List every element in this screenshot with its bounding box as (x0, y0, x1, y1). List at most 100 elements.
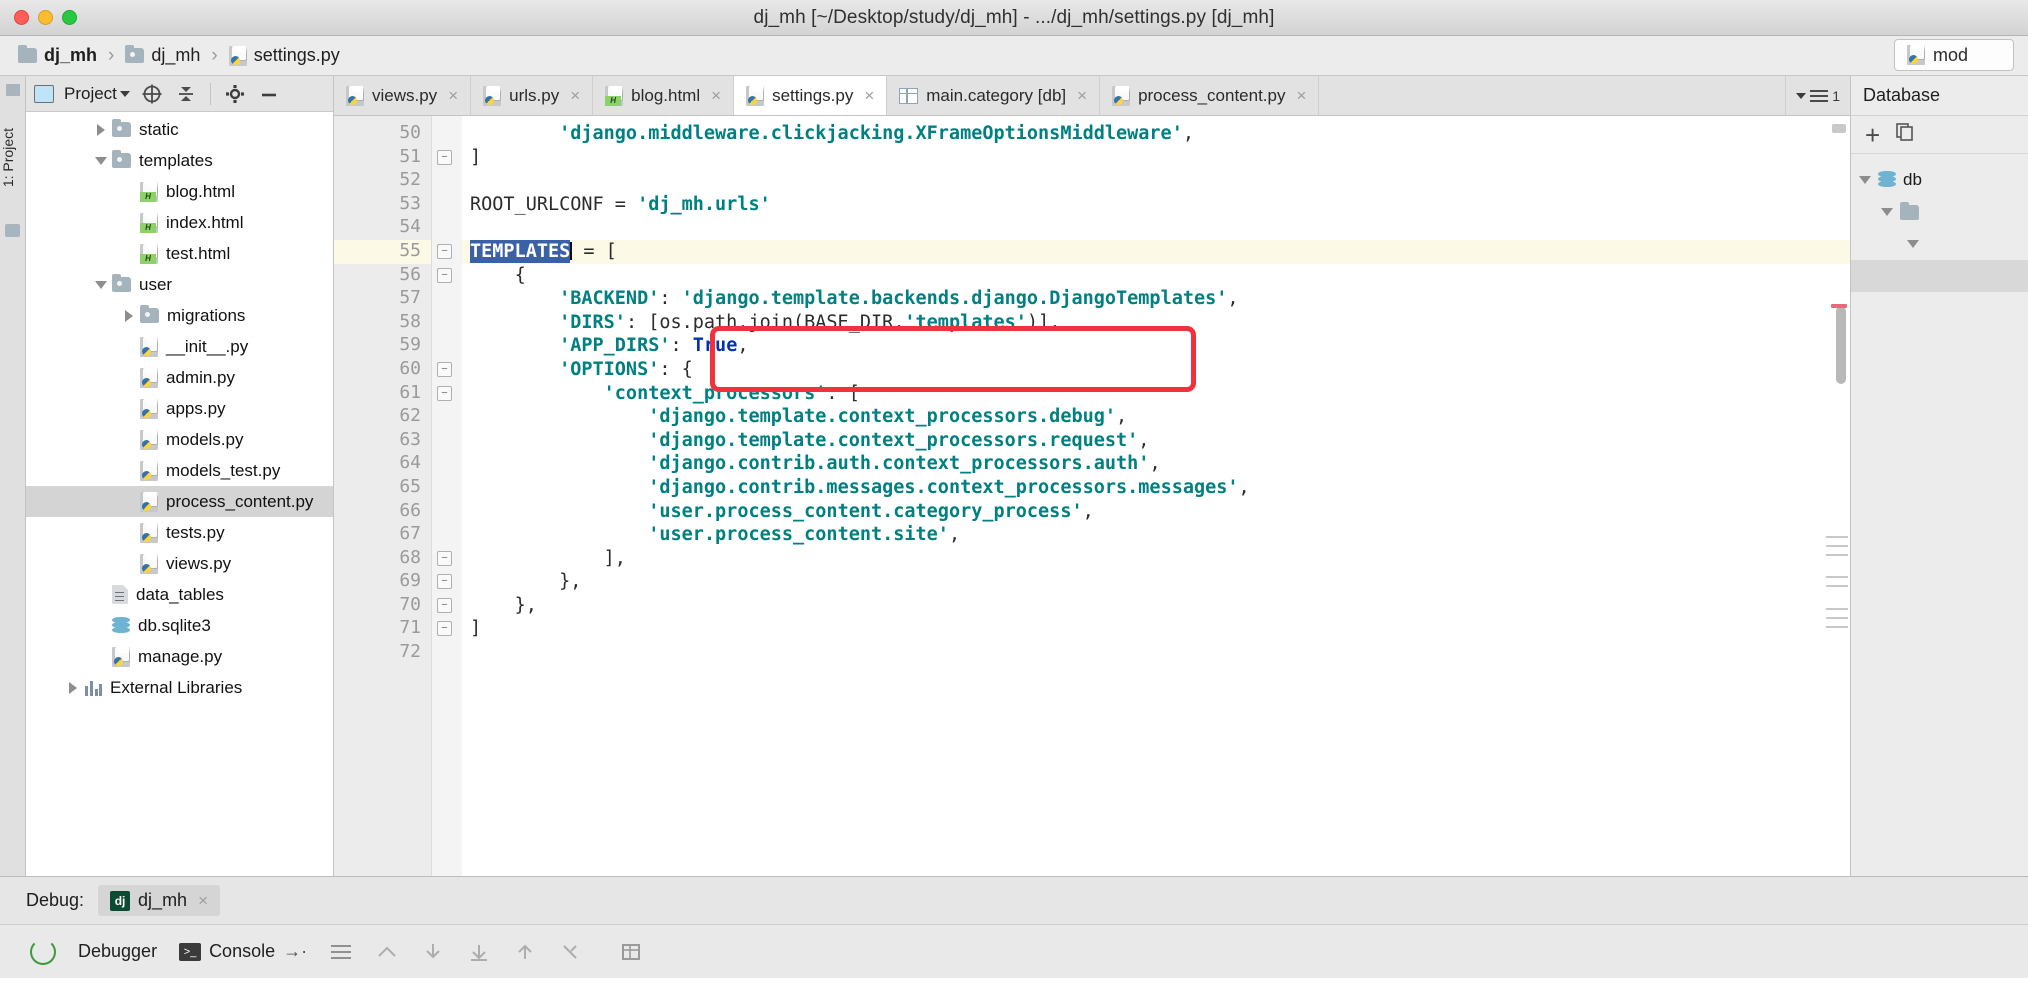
code-content[interactable]: 'django.middleware.clickjacking.XFrameOp… (462, 116, 1850, 876)
settings-gear-icon[interactable] (223, 82, 247, 106)
tree-item[interactable]: views.py (26, 548, 333, 579)
tab-debugger[interactable]: Debugger (78, 941, 157, 962)
breadcrumb-item-file[interactable]: settings.py (225, 43, 344, 68)
line-number[interactable]: 55 (334, 239, 431, 264)
code-line[interactable]: ] (462, 617, 1850, 641)
line-number[interactable]: 71 (334, 617, 431, 641)
chevron-down-icon[interactable] (1796, 92, 1807, 99)
tree-item[interactable]: Hblog.html (26, 176, 333, 207)
code-line[interactable]: 'django.template.context_processors.requ… (462, 429, 1850, 453)
db-tree-row-selected[interactable] (1851, 260, 2028, 292)
code-line[interactable]: 'context_processors': [ (462, 382, 1850, 406)
line-number[interactable]: 70 (334, 594, 431, 618)
code-line[interactable]: }, (462, 594, 1850, 618)
tree-item[interactable]: db.sqlite3 (26, 610, 333, 641)
chevron-right-icon[interactable] (62, 681, 84, 694)
code-line[interactable]: TEMPLATES = [ (462, 239, 1850, 264)
tree-item[interactable]: templates (26, 145, 333, 176)
line-number[interactable]: 65 (334, 476, 431, 500)
fold-toggle-end[interactable]: − (432, 547, 462, 571)
line-number[interactable]: 72 (334, 641, 431, 665)
chevron-down-icon[interactable] (1881, 208, 1893, 216)
database-tree[interactable]: db (1851, 154, 2028, 292)
chevron-down-icon[interactable] (1859, 176, 1871, 184)
module-selector-button[interactable]: mod (1894, 39, 2014, 71)
line-number-gutter[interactable]: 50 51 52 53 54 55 56 57 58 59 60 61 62 63 64 65 66 67 68 69… (334, 116, 432, 876)
tree-item[interactable]: apps.py (26, 393, 333, 424)
code-line[interactable]: { (462, 264, 1850, 288)
line-number[interactable]: 66 (334, 500, 431, 524)
fold-toggle-start[interactable]: − (432, 240, 462, 264)
chevron-right-icon[interactable] (90, 123, 112, 136)
code-line[interactable]: 'BACKEND': 'django.template.backends.dja… (462, 287, 1850, 311)
db-tree-row[interactable] (1851, 228, 2028, 260)
tab-list-icon[interactable] (1810, 89, 1829, 102)
line-number[interactable]: 59 (334, 334, 431, 358)
import-icon[interactable] (513, 942, 537, 962)
tree-item[interactable]: __init__.py (26, 331, 333, 362)
breadcrumb-item-package[interactable]: dj_mh (121, 43, 204, 68)
fold-toggle-end[interactable]: − (432, 594, 462, 618)
code-line[interactable]: 'django.contrib.auth.context_processors.… (462, 452, 1850, 476)
list-icon[interactable] (329, 942, 353, 962)
breadcrumb-item-project[interactable]: dj_mh (14, 43, 101, 68)
error-marker[interactable] (1831, 304, 1847, 308)
close-tab-icon[interactable]: × (864, 86, 874, 106)
step-up-icon[interactable] (375, 942, 399, 962)
close-tab-icon[interactable]: × (1077, 86, 1087, 106)
editor-tab-views-py[interactable]: views.py × (334, 76, 472, 115)
editor-tab-process-content-py[interactable]: process_content.py × (1100, 76, 1320, 115)
tab-overflow-control[interactable]: 1 (1785, 76, 1850, 115)
line-number[interactable]: 51 (334, 146, 431, 170)
line-number[interactable]: 67 (334, 523, 431, 547)
chevron-right-icon[interactable] (118, 309, 140, 322)
editor-tab-main-category-db-[interactable]: main.category [db] × (887, 76, 1101, 115)
code-line[interactable]: 'django.template.context_processors.debu… (462, 405, 1850, 429)
code-line[interactable]: 'django.contrib.messages.context_process… (462, 476, 1850, 500)
close-icon[interactable]: × (198, 891, 208, 911)
minimize-icon[interactable] (257, 82, 281, 106)
tree-item[interactable]: user (26, 269, 333, 300)
add-icon[interactable]: + (1865, 122, 1880, 148)
project-panel-title[interactable]: Project (64, 84, 130, 104)
tree-item[interactable]: models_test.py (26, 455, 333, 486)
fold-toggle-end[interactable]: − (432, 570, 462, 594)
code-line[interactable] (462, 216, 1850, 240)
editor-tab-urls-py[interactable]: urls.py × (471, 76, 594, 115)
line-number[interactable]: 58 (334, 311, 431, 335)
tab-console[interactable]: >_ Console →· (179, 941, 307, 962)
code-line[interactable]: ] (462, 146, 1850, 170)
line-number[interactable]: 57 (334, 287, 431, 311)
close-tab-icon[interactable]: × (711, 86, 721, 106)
fold-toggle-start[interactable]: − (432, 264, 462, 288)
close-tab-icon[interactable]: × (1296, 86, 1306, 106)
fold-toggle-start[interactable]: − (432, 358, 462, 382)
chevron-down-icon[interactable] (119, 90, 130, 97)
copy-icon[interactable] (1894, 121, 1916, 148)
fold-toggle-end[interactable]: − (432, 617, 462, 641)
line-number[interactable]: 53 (334, 193, 431, 217)
tree-item[interactable]: migrations (26, 300, 333, 331)
code-line[interactable]: 'user.process_content.category_process', (462, 500, 1850, 524)
line-number[interactable]: 54 (334, 216, 431, 240)
export-icon[interactable] (467, 942, 491, 962)
collapse-all-icon[interactable] (174, 82, 198, 106)
line-number[interactable]: 68 (334, 547, 431, 571)
project-tree[interactable]: static templates Hblog.html Hindex.html Htes… (26, 112, 333, 876)
tree-item[interactable]: models.py (26, 424, 333, 455)
tree-item[interactable]: External Libraries (26, 672, 333, 703)
tree-item[interactable]: Hindex.html (26, 207, 333, 238)
line-number[interactable]: 62 (334, 405, 431, 429)
code-line[interactable]: 'DIRS': [os.path.join(BASE_DIR,'template… (462, 311, 1850, 335)
code-line[interactable]: 'django.middleware.clickjacking.XFrameOp… (462, 122, 1850, 146)
code-line[interactable]: ], (462, 547, 1850, 571)
close-tab-icon[interactable]: × (570, 86, 580, 106)
chevron-down-icon[interactable] (90, 156, 112, 165)
tree-item[interactable]: manage.py (26, 641, 333, 672)
line-number[interactable]: 69 (334, 570, 431, 594)
cut-icon[interactable] (559, 942, 583, 962)
code-line[interactable]: }, (462, 570, 1850, 594)
code-line[interactable]: ROOT_URLCONF = 'dj_mh.urls' (462, 193, 1850, 217)
sidebar-item-project-tab[interactable]: 1: Project (0, 128, 26, 238)
fold-toggle-start[interactable]: − (432, 382, 462, 406)
